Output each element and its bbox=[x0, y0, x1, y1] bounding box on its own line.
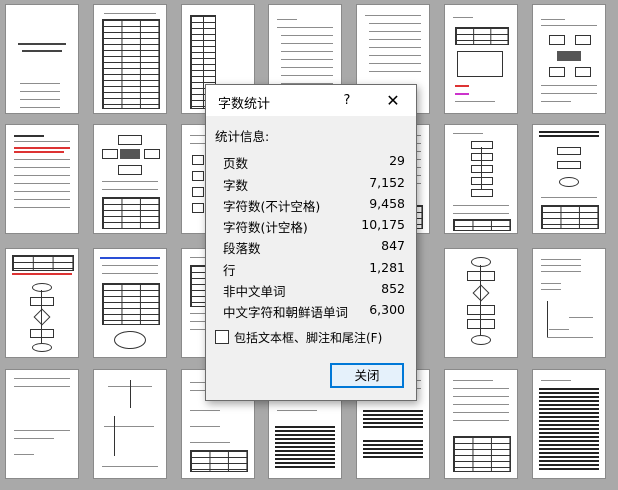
stats-header: 统计信息: bbox=[215, 129, 270, 144]
page-thumbnail[interactable] bbox=[6, 5, 78, 113]
checkbox-box[interactable] bbox=[215, 330, 229, 344]
page-thumbnail[interactable] bbox=[445, 125, 517, 233]
stat-value: 7,152 bbox=[369, 175, 405, 190]
page-thumbnail[interactable] bbox=[445, 249, 517, 357]
page-thumbnail[interactable] bbox=[94, 249, 166, 357]
dialog-title: 字数统计 bbox=[218, 97, 271, 112]
page-thumbnail[interactable] bbox=[94, 370, 166, 478]
help-button[interactable]: ? bbox=[332, 85, 362, 116]
stat-value: 9,458 bbox=[369, 196, 405, 211]
page-thumbnail[interactable] bbox=[6, 370, 78, 478]
stat-row-cjk-chars: 中文字符和朝鲜语单词 6,300 bbox=[223, 302, 405, 322]
stat-value: 847 bbox=[381, 238, 405, 253]
stat-value: 10,175 bbox=[361, 217, 405, 232]
stat-row-pages: 页数 29 bbox=[223, 153, 405, 173]
checkbox-label: 包括文本框、脚注和尾注(F) bbox=[234, 331, 383, 345]
stat-label: 页数 bbox=[223, 156, 249, 171]
stat-label: 非中文单词 bbox=[223, 284, 286, 299]
page-thumbnail[interactable] bbox=[533, 249, 605, 357]
stat-value: 852 bbox=[381, 281, 405, 296]
page-thumbnail[interactable] bbox=[533, 5, 605, 113]
stat-label: 段落数 bbox=[223, 241, 261, 256]
stat-label: 字符数(不计空格) bbox=[223, 199, 321, 214]
page-thumbnail[interactable] bbox=[6, 249, 78, 357]
stat-value: 6,300 bbox=[369, 302, 405, 317]
stat-label: 中文字符和朝鲜语单词 bbox=[223, 305, 349, 320]
stat-row-non-chinese-words: 非中文单词 852 bbox=[223, 281, 405, 301]
page-thumbnail[interactable] bbox=[445, 5, 517, 113]
stat-value: 29 bbox=[389, 153, 405, 168]
stat-label: 行 bbox=[223, 263, 236, 278]
page-thumbnail[interactable] bbox=[6, 125, 78, 233]
stat-label: 字符数(计空格) bbox=[223, 220, 308, 235]
page-thumbnail[interactable] bbox=[94, 5, 166, 113]
close-button[interactable]: 关闭 bbox=[330, 363, 404, 388]
stat-row-chars-with-spaces: 字符数(计空格) 10,175 bbox=[223, 217, 405, 237]
include-textboxes-checkbox[interactable]: 包括文本框、脚注和尾注(F) bbox=[215, 329, 410, 347]
page-thumbnail[interactable] bbox=[445, 370, 517, 478]
stat-row-chars-no-spaces: 字符数(不计空格) 9,458 bbox=[223, 196, 405, 216]
dialog-title-bar[interactable]: 字数统计 ? ✕ bbox=[206, 85, 416, 116]
word-count-dialog: 字数统计 ? ✕ 统计信息: 页数 29 字数 7,152 字符数(不计空格) … bbox=[205, 84, 417, 401]
stat-row-lines: 行 1,281 bbox=[223, 260, 405, 280]
page-thumbnail[interactable] bbox=[533, 125, 605, 233]
stat-label: 字数 bbox=[223, 178, 249, 193]
stat-row-words: 字数 7,152 bbox=[223, 175, 405, 195]
close-icon[interactable]: ✕ bbox=[376, 85, 410, 116]
stat-row-paragraphs: 段落数 847 bbox=[223, 238, 405, 258]
stat-value: 1,281 bbox=[369, 260, 405, 275]
page-thumbnail[interactable] bbox=[94, 125, 166, 233]
page-thumbnail[interactable] bbox=[533, 370, 605, 478]
